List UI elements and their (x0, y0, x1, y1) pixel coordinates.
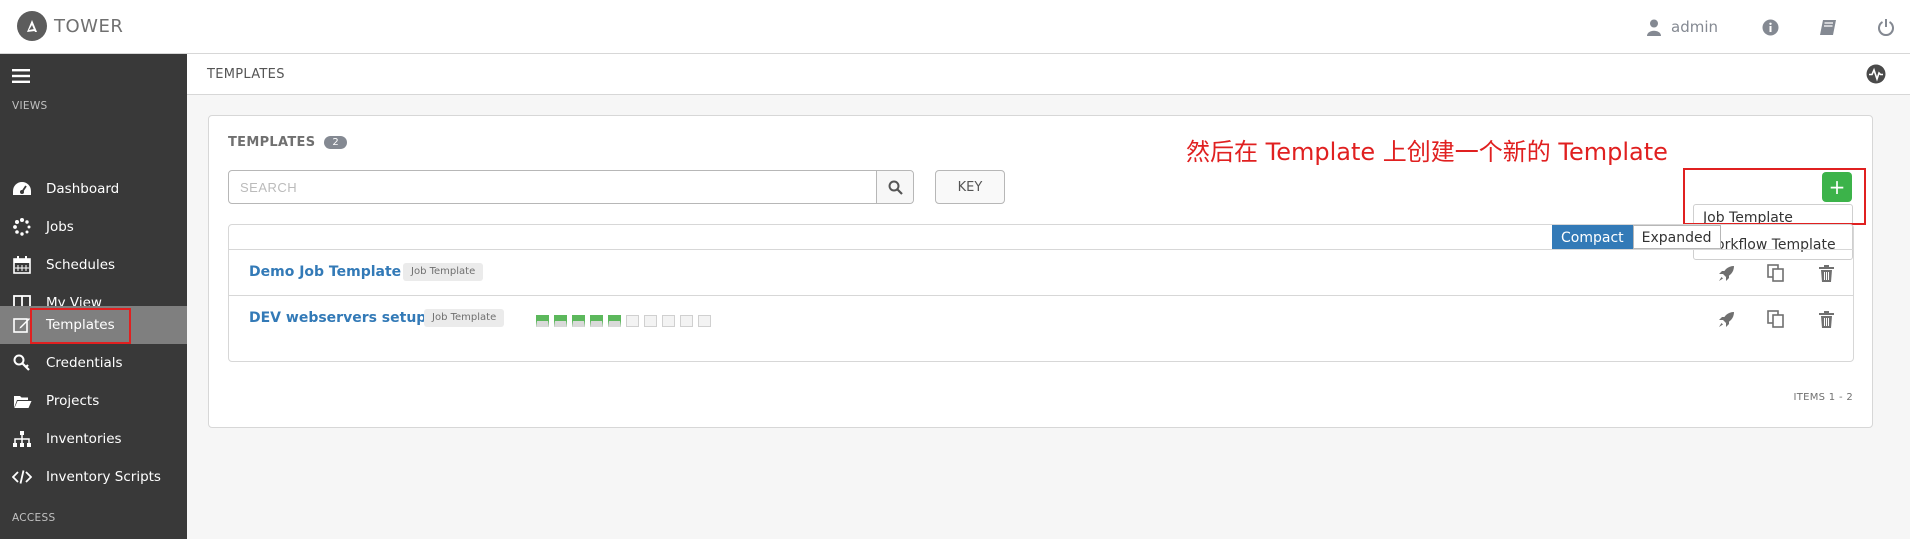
breadcrumb-bar: TEMPLATES (187, 54, 1910, 95)
search-icon (888, 180, 903, 195)
job-status-successful[interactable] (608, 315, 621, 327)
ansible-logo-icon (17, 11, 47, 41)
activity-stream-icon[interactable] (1866, 64, 1886, 88)
sidebar-item-inventory-scripts[interactable]: Inventory Scripts (0, 458, 187, 496)
power-icon[interactable] (1874, 15, 1898, 39)
pagination-items-label: ITEMS 1 - 2 (1793, 392, 1853, 403)
sidebar-item-projects[interactable]: Projects (0, 382, 187, 420)
dashboard-icon (11, 178, 33, 200)
job-status-empty (698, 315, 711, 327)
add-button[interactable]: + (1822, 172, 1852, 202)
job-status-successful[interactable] (554, 315, 567, 327)
sidebar-item-label: Templates (46, 317, 115, 333)
calendar-icon (11, 254, 33, 276)
sidebar-item-label: Credentials (46, 355, 123, 371)
spinner-icon (11, 216, 33, 238)
sidebar-item-label: Projects (46, 393, 100, 409)
count-badge: 2 (324, 136, 348, 149)
info-icon[interactable] (1758, 15, 1782, 39)
compact-view-button[interactable]: Compact (1552, 225, 1633, 249)
username: admin (1671, 18, 1718, 36)
sidebar-item-templates[interactable]: Templates (0, 306, 187, 344)
sidebar-item-jobs[interactable]: Jobs (0, 208, 187, 246)
sidebar: VIEWS Dashboard Jobs Schedules My View R… (0, 54, 187, 539)
menu-toggle-icon[interactable] (12, 68, 30, 87)
template-name-link[interactable]: DEV webservers setup (249, 310, 426, 326)
panel-title-text: TEMPLATES (228, 135, 316, 150)
folder-icon (11, 390, 33, 412)
sidebar-item-label: Inventory Scripts (46, 469, 161, 485)
user-icon (1647, 19, 1661, 36)
section-label-views: VIEWS (12, 100, 48, 112)
edit-icon (11, 314, 33, 336)
launch-rocket-icon[interactable] (1715, 308, 1737, 330)
job-status-empty (626, 315, 639, 327)
key-button[interactable]: KEY (935, 170, 1005, 204)
templates-list: Compact Expanded Demo Job Template Job T… (228, 224, 1854, 362)
recent-jobs-sparkline (536, 315, 716, 327)
job-status-successful[interactable] (536, 315, 549, 327)
search-input[interactable] (229, 171, 879, 203)
view-toggle: Compact Expanded (1552, 225, 1721, 249)
delete-trash-icon[interactable] (1815, 262, 1837, 284)
sidebar-item-label: Jobs (46, 219, 74, 235)
sidebar-item-label: Dashboard (46, 181, 120, 197)
delete-trash-icon[interactable] (1815, 308, 1837, 330)
row-actions (1687, 262, 1837, 284)
list-item: Demo Job Template Job Template (229, 249, 1853, 295)
sidebar-item-inventories[interactable]: Inventories (0, 420, 187, 458)
job-status-successful[interactable] (590, 315, 603, 327)
copy-icon[interactable] (1765, 308, 1787, 330)
template-name-link[interactable]: Demo Job Template (249, 264, 401, 280)
list-item: DEV webservers setup Job Template (229, 295, 1853, 341)
book-icon[interactable] (1816, 15, 1840, 39)
row-actions (1687, 308, 1837, 330)
sidebar-item-label: Inventories (46, 431, 122, 447)
code-icon (11, 466, 33, 488)
user-menu[interactable]: admin (1647, 18, 1718, 36)
breadcrumb[interactable]: TEMPLATES (207, 67, 285, 82)
launch-rocket-icon[interactable] (1715, 262, 1737, 284)
sidebar-item-dashboard[interactable]: Dashboard (0, 170, 187, 208)
templates-panel: TEMPLATES 2 然后在 Template 上创建一个新的 Templat… (208, 115, 1873, 428)
section-label-access: ACCESS (12, 512, 56, 524)
sitemap-icon (11, 428, 33, 450)
copy-icon[interactable] (1765, 262, 1787, 284)
search-button[interactable] (876, 171, 913, 203)
brand[interactable]: TOWER (17, 11, 123, 41)
sidebar-item-schedules[interactable]: Schedules (0, 246, 187, 284)
job-status-empty (680, 315, 693, 327)
job-status-successful[interactable] (572, 315, 585, 327)
sidebar-item-label: Schedules (46, 257, 116, 273)
key-icon (11, 352, 33, 374)
search-box (228, 170, 914, 204)
template-type-badge: Job Template (424, 309, 505, 327)
annotation-text: 然后在 Template 上创建一个新的 Template (1186, 138, 1668, 166)
job-status-empty (644, 315, 657, 327)
job-status-empty (662, 315, 675, 327)
sidebar-item-credentials[interactable]: Credentials (0, 344, 187, 382)
top-header: TOWER admin (0, 0, 1910, 54)
panel-title: TEMPLATES 2 (228, 135, 348, 150)
template-type-badge: Job Template (403, 263, 484, 281)
brand-name: TOWER (54, 15, 124, 37)
expanded-view-button[interactable]: Expanded (1632, 225, 1721, 249)
